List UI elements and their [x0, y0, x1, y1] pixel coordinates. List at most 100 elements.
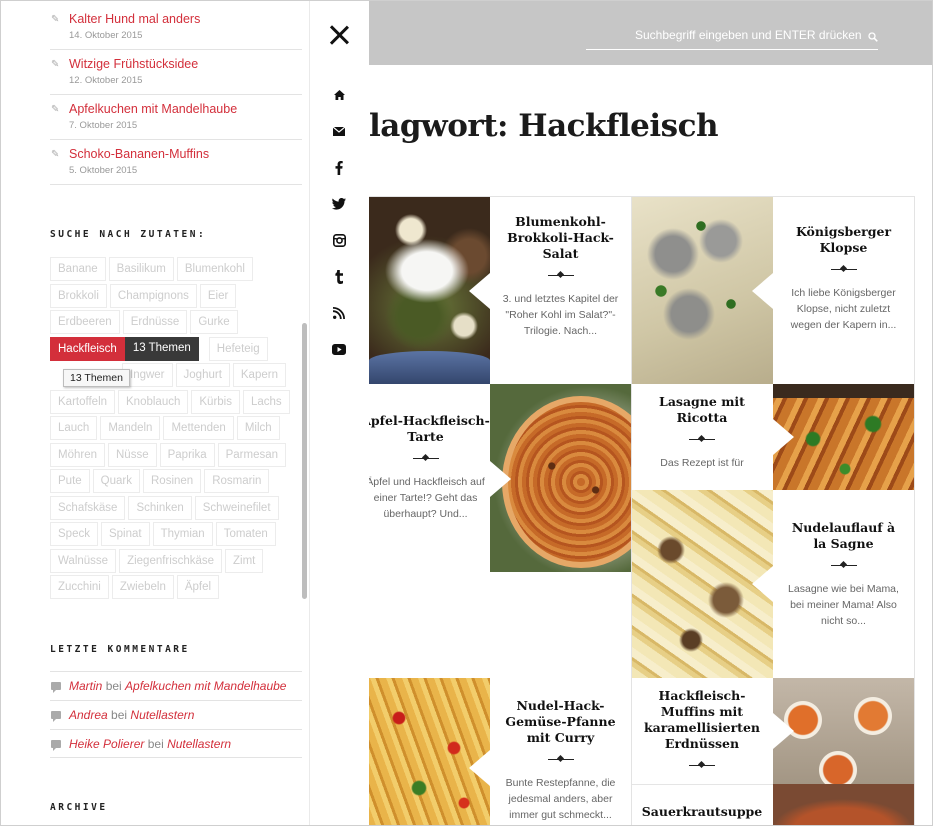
card-image-suppe[interactable] [773, 784, 914, 825]
tag-item[interactable]: Brokkoli [50, 283, 107, 308]
recipe-card[interactable]: Blumenkohl-Brokkoli-Hack-Salat 3. und le… [490, 196, 631, 384]
card-image-lasagne[interactable] [773, 384, 914, 490]
tag-item[interactable]: Rosinen [143, 469, 202, 493]
tag-row: Hackfleisch 13 Themen Hefeteig [50, 336, 305, 364]
tag-item[interactable]: Möhren [50, 442, 105, 467]
card-separator [412, 455, 439, 462]
recent-post-item[interactable]: ✎ Apfelkuchen mit Mandelhaube 7. Oktober… [50, 95, 302, 140]
comment-author[interactable]: Andrea [69, 708, 108, 722]
tag-item[interactable]: Tomaten [215, 522, 276, 546]
close-icon[interactable] [329, 25, 349, 45]
recipe-card[interactable]: Lasagne mit Ricotta Das Rezept ist für [631, 384, 773, 490]
tag-item[interactable]: Ziegenfrischkäse [119, 548, 223, 573]
comment-joiner: bei [111, 708, 128, 722]
twitter-icon[interactable] [331, 196, 347, 212]
tag-item[interactable]: Blumenkohl [176, 257, 253, 281]
comment-post-link[interactable]: Apfelkuchen mit Mandelhaube [125, 679, 286, 693]
home-icon[interactable] [331, 87, 347, 103]
tag-item[interactable]: Lachs [242, 389, 290, 414]
card-excerpt: 3. und letztes Kapitel der "Roher Kohl i… [502, 293, 619, 337]
comment-author[interactable]: Martin [69, 679, 102, 693]
tag-item[interactable]: Speck [50, 522, 98, 546]
tag-active[interactable]: Hackfleisch [50, 336, 125, 361]
tag-item[interactable]: Erdnüsse [122, 310, 188, 334]
card-image-muffins[interactable] [773, 678, 914, 784]
facebook-icon[interactable] [331, 160, 347, 176]
tag-item[interactable]: Äpfel [176, 575, 220, 599]
card-title[interactable]: Sauerkrautsuppe [639, 804, 765, 820]
tag-item[interactable]: Basilikum [108, 257, 174, 281]
tag-item[interactable]: Pute [50, 469, 90, 493]
card-title[interactable]: Apfel-Hackfleisch-Tarte [369, 413, 490, 445]
pencil-icon: ✎ [51, 14, 60, 25]
comment-item: Heike Polierer bei Nutellastern [50, 729, 302, 758]
tag-item[interactable]: Lauch [50, 416, 98, 440]
card-excerpt: Äpfel und Hackfleisch auf einer Tarte!? … [369, 476, 485, 520]
comment-author[interactable]: Heike Polierer [69, 737, 144, 751]
tag-item[interactable]: Paprika [159, 442, 215, 467]
tag-item[interactable]: Milch [236, 416, 280, 440]
tag-item[interactable]: Knoblauch [118, 389, 189, 414]
recent-post-item[interactable]: ✎ Kalter Hund mal anders 14. Oktober 201… [50, 5, 302, 50]
tag-item[interactable]: Spinat [100, 522, 150, 546]
card-title[interactable]: Nudelauflauf à la Sagne [785, 520, 902, 552]
tag-item[interactable]: Kartoffeln [50, 389, 116, 414]
tag-item[interactable]: Kapern [232, 363, 286, 387]
card-image-tarte[interactable] [490, 384, 631, 572]
recent-post-item[interactable]: ✎ Witzige Frühstücksidee 12. Oktober 201… [50, 50, 302, 95]
recent-post-title[interactable]: Kalter Hund mal anders [69, 12, 302, 26]
youtube-icon[interactable] [331, 341, 347, 357]
tag-item[interactable]: Mandeln [100, 416, 161, 440]
tag-item[interactable]: Schafskäse [50, 495, 126, 520]
recipe-card[interactable]: Sauerkrautsuppe [631, 784, 773, 825]
tag-item[interactable]: Zwiebeln [111, 575, 174, 599]
recent-post-item[interactable]: ✎ Schoko-Bananen-Muffins 5. Oktober 2015 [50, 140, 302, 185]
tag-item[interactable]: Mettenden [163, 416, 234, 440]
tag-item[interactable]: Zimt [225, 548, 264, 573]
recipe-card[interactable]: Hackfleisch-Muffins mit karamellisierten… [631, 678, 773, 784]
tag-item[interactable]: Zucchini [50, 575, 109, 599]
tag-item[interactable]: Eier [199, 283, 237, 308]
card-title[interactable]: Nudel-Hack-Gemüse-Pfanne mit Curry [504, 698, 617, 746]
comment-item: Andrea bei Nutellastern [50, 700, 302, 729]
card-title[interactable]: Lasagne mit Ricotta [645, 394, 759, 426]
card-title[interactable]: Blumenkohl-Brokkoli-Hack-Salat [502, 214, 619, 262]
mail-icon[interactable] [331, 123, 347, 139]
tag-item[interactable]: Kürbis [191, 389, 240, 414]
tumblr-icon[interactable] [331, 269, 347, 285]
tag-item[interactable]: Walnüsse [50, 548, 117, 573]
search-input[interactable]: Suchbegriff eingeben und ENTER drücken [635, 28, 862, 42]
recipe-card[interactable]: Apfel-Hackfleisch-Tarte Äpfel und Hackfl… [369, 384, 490, 572]
recent-post-title[interactable]: Schoko-Bananen-Muffins [69, 147, 302, 161]
tag-item[interactable]: Champignons [109, 283, 197, 308]
tag-item[interactable]: Parmesan [217, 442, 287, 467]
tag-item[interactable]: Rosmarin [204, 469, 270, 493]
recipe-card[interactable]: Nudelauflauf à la Sagne Lasagne wie bei … [773, 490, 914, 678]
rss-icon[interactable] [331, 305, 347, 321]
tag-item[interactable]: Joghurt [175, 363, 230, 387]
comment-post-link[interactable]: Nutellastern [130, 708, 194, 722]
tag-item[interactable]: Quark [92, 469, 140, 493]
recent-posts-list: ✎ Kalter Hund mal anders 14. Oktober 201… [50, 5, 302, 185]
tag-item[interactable]: Schweinefilet [194, 495, 279, 520]
search-icon[interactable] [868, 29, 878, 47]
comment-icon [51, 682, 61, 693]
recent-post-title[interactable]: Witzige Frühstücksidee [69, 57, 302, 71]
tag-item[interactable]: Banane [50, 257, 106, 281]
recipe-card[interactable]: Nudel-Hack-Gemüse-Pfanne mit Curry Bunte… [490, 678, 631, 825]
tag-item[interactable]: Gurke [190, 310, 238, 334]
card-title[interactable]: Königsberger Klopse [787, 224, 900, 256]
tag-item[interactable]: Schinken [128, 495, 192, 520]
tag-item[interactable]: Erdbeeren [50, 310, 120, 334]
card-title[interactable]: Hackfleisch-Muffins mit karamellisierten… [639, 688, 765, 752]
comment-post-link[interactable]: Nutellastern [167, 737, 231, 751]
page-title: lagwort: Hackfleisch [369, 108, 719, 144]
tag-count-badge: 13 Themen [124, 336, 199, 361]
recipe-card[interactable]: Königsberger Klopse Ich liebe Königsberg… [773, 196, 914, 384]
sidebar-scrollbar[interactable] [302, 323, 307, 599]
instagram-icon[interactable] [331, 232, 347, 248]
tag-item[interactable]: Thymian [152, 522, 213, 546]
tag-item[interactable]: Hefeteig [208, 336, 268, 361]
tag-item[interactable]: Nüsse [108, 442, 157, 467]
recent-post-title[interactable]: Apfelkuchen mit Mandelhaube [69, 102, 302, 116]
